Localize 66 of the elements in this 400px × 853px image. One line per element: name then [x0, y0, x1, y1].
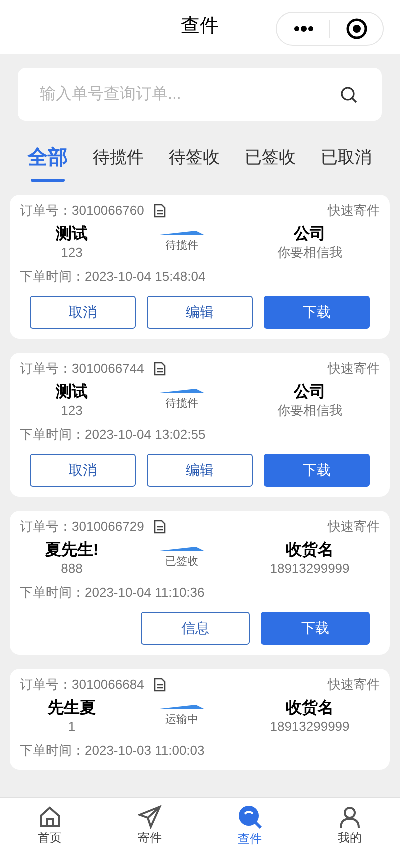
nav-tab[interactable]: 首页 — [0, 798, 100, 853]
receiver-detail: 18913299999 — [270, 718, 350, 734]
document-icon[interactable] — [154, 520, 166, 534]
order-number: 订单号：3010066744 — [20, 360, 144, 378]
action-button[interactable]: 取消 — [30, 454, 136, 487]
order-type: 快速寄件 — [328, 202, 380, 220]
receiver-name: 收货名 — [286, 540, 334, 560]
order-number: 订单号：3010066760 — [20, 202, 144, 220]
order-time: 下单时间：2023-10-04 11:10:36 — [20, 584, 206, 602]
filter-tab[interactable]: 待揽件 — [93, 145, 144, 170]
receiver-detail: 你要相信我 — [278, 402, 342, 418]
order-time: 下单时间：2023-10-03 11:00:03 — [20, 742, 206, 760]
document-icon[interactable] — [154, 362, 166, 376]
action-button[interactable]: 下载 — [264, 296, 370, 329]
order-time: 下单时间：2023-10-04 15:48:04 — [20, 268, 207, 286]
order-time: 下单时间：2023-10-04 13:02:55 — [20, 426, 207, 444]
filter-tab[interactable]: 已签收 — [245, 145, 296, 170]
sender-detail: 123 — [61, 402, 83, 418]
receiver-detail: 18913299999 — [270, 560, 350, 576]
search-icon[interactable] — [340, 86, 358, 104]
order-status: 运输中 — [166, 713, 198, 728]
sender-name: 夏先生! — [45, 540, 99, 560]
home-icon — [38, 804, 62, 828]
order-status: 待揽件 — [166, 397, 198, 412]
receiver-detail: 你要相信我 — [278, 244, 342, 260]
search-field[interactable]: 输入单号查询订单... — [18, 68, 382, 121]
target-icon[interactable] — [346, 18, 368, 40]
sender-detail: 1 — [68, 718, 76, 734]
paper-plane-icon — [138, 804, 162, 828]
page-title: 查件 — [181, 14, 219, 39]
user-icon — [338, 804, 362, 828]
sender-name: 测试 — [56, 382, 88, 402]
action-button[interactable]: 信息 — [141, 612, 250, 645]
order-number: 订单号：3010066729 — [20, 518, 144, 536]
document-icon[interactable] — [154, 204, 166, 218]
arrow-icon — [160, 704, 204, 710]
sender-name: 测试 — [56, 224, 88, 244]
order-number: 订单号：3010066684 — [20, 676, 144, 694]
order-type: 快速寄件 — [328, 676, 380, 694]
sender-detail: 888 — [61, 560, 83, 576]
document-icon[interactable] — [154, 678, 166, 692]
sender-detail: 123 — [61, 244, 83, 260]
action-button[interactable]: 取消 — [30, 296, 136, 329]
receiver-name: 收货名 — [286, 698, 334, 718]
arrow-icon — [160, 230, 204, 236]
receiver-name: 公司 — [294, 224, 326, 244]
arrow-icon — [160, 546, 204, 552]
more-icon[interactable] — [294, 26, 314, 32]
search-icon — [237, 804, 263, 830]
action-button[interactable]: 编辑 — [147, 454, 254, 487]
action-button[interactable]: 编辑 — [147, 296, 254, 329]
nav-tab[interactable]: 查件 — [200, 798, 300, 853]
sender-name: 先生夏 — [48, 698, 96, 718]
receiver-name: 公司 — [294, 382, 326, 402]
action-button[interactable]: 下载 — [264, 454, 370, 487]
nav-tab[interactable]: 我的 — [300, 798, 400, 853]
filter-tab[interactable]: 全部 — [28, 143, 68, 182]
filter-tab[interactable]: 已取消 — [321, 145, 372, 170]
order-status: 待揽件 — [166, 239, 198, 254]
action-button[interactable]: 下载 — [261, 612, 370, 645]
arrow-icon — [160, 388, 204, 394]
order-type: 快速寄件 — [328, 518, 380, 536]
filter-tab[interactable]: 待签收 — [169, 145, 220, 170]
order-status: 已签收 — [166, 555, 198, 570]
order-type: 快速寄件 — [328, 360, 380, 378]
nav-tab[interactable]: 寄件 — [100, 798, 200, 853]
